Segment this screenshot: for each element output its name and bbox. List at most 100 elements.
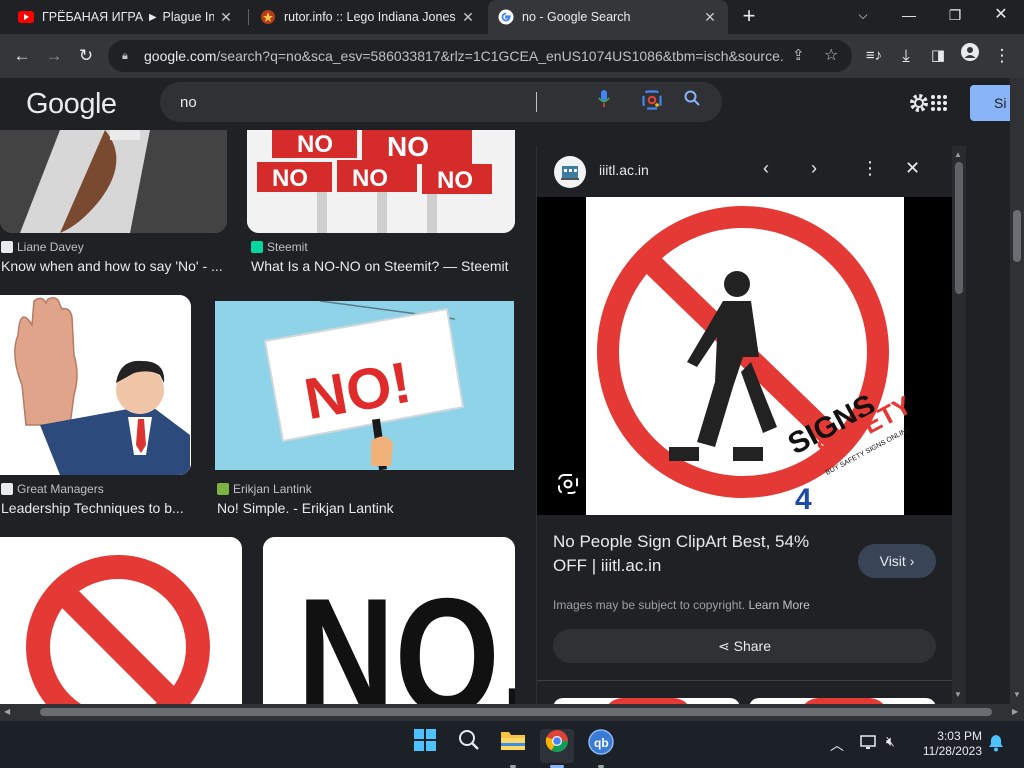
side-panel-icon[interactable]: ◨ <box>924 42 952 70</box>
lens-search-icon[interactable] <box>640 90 664 114</box>
divider <box>537 680 952 681</box>
scroll-right-icon[interactable]: ▶ <box>1012 707 1018 716</box>
windows-start-icon[interactable] <box>408 729 442 763</box>
lens-icon[interactable] <box>557 473 579 495</box>
scroll-up-icon[interactable]: ▲ <box>954 150 962 159</box>
notification-bell-icon[interactable] <box>988 734 1004 752</box>
tab-rutor[interactable]: rutor.info :: Lego Indiana Jones 2 ✕ <box>250 0 486 34</box>
result-thumbnail[interactable]: NO NO NO NO NO <box>247 130 515 233</box>
result-thumbnail[interactable]: NO! <box>215 301 514 470</box>
scrollbar-thumb[interactable] <box>955 162 963 294</box>
close-tab-icon[interactable]: ✕ <box>460 9 476 26</box>
image-preview-panel: iiitl.ac.in ‹ › ⋮ ✕ SIGNS SAFETY BUY SAF… <box>536 146 952 704</box>
browser-menu-icon[interactable]: ⋮ <box>988 42 1016 70</box>
search-results-page: Google Si Liane Davey Know when an <box>0 78 1024 704</box>
download-icon[interactable]: ⤓ <box>892 42 920 70</box>
voice-search-icon[interactable] <box>592 90 616 114</box>
back-icon[interactable]: ← <box>8 42 36 70</box>
tab-separator <box>248 9 249 25</box>
sign-text: NO <box>352 165 388 192</box>
address-bar[interactable]: 🔒︎ google.com/search?q=no&sca_esv=586033… <box>108 40 852 72</box>
site-logo[interactable] <box>554 156 586 188</box>
tab-google-search[interactable]: no - Google Search ✕ <box>488 0 728 34</box>
close-panel-icon[interactable]: ✕ <box>905 158 920 179</box>
text-cursor <box>536 92 538 112</box>
tab-youtube[interactable]: ГРЁБАНАЯ ИГРА ► Plague Inc: Ev ✕ <box>8 0 244 34</box>
horizontal-scrollbar[interactable]: ◀ ▶ <box>0 704 1024 720</box>
show-hidden-icons-chevron-icon[interactable]: ︿ <box>830 735 844 755</box>
media-queue-icon[interactable]: ≡♪ <box>860 42 888 70</box>
scrollbar-thumb[interactable] <box>40 708 992 716</box>
reload-icon[interactable]: ↻ <box>72 42 100 70</box>
youtube-icon <box>18 11 34 23</box>
browser-toolbar: ← → ↻ 🔒︎ google.com/search?q=no&sca_esv=… <box>0 34 1024 78</box>
next-image-icon[interactable]: › <box>811 158 817 179</box>
google-icon <box>498 9 514 25</box>
panel-domain[interactable]: iiitl.ac.in <box>599 162 649 178</box>
network-icon[interactable] <box>860 735 878 751</box>
search-icon[interactable] <box>680 90 704 114</box>
url-text[interactable]: google.com/search?q=no&sca_esv=586033817… <box>144 48 784 64</box>
close-tab-icon[interactable]: ✕ <box>702 9 718 26</box>
profile-icon[interactable] <box>956 42 984 70</box>
google-logo[interactable]: Google <box>26 88 117 121</box>
tab-search-chevron-icon[interactable]: ⌵ <box>840 0 886 30</box>
result-source[interactable]: Erikjan Lantink <box>217 482 312 496</box>
share-button[interactable]: ⋖ Share <box>553 629 936 663</box>
tab-strip: ГРЁБАНАЯ ИГРА ► Plague Inc: Ev ✕ rutor.i… <box>0 0 1024 34</box>
close-tab-icon[interactable]: ✕ <box>218 9 234 26</box>
bookmark-star-icon[interactable]: ☆ <box>824 45 838 65</box>
result-thumbnail[interactable] <box>0 130 227 233</box>
scrollbar-thumb[interactable] <box>1013 210 1021 262</box>
settings-gear-icon[interactable] <box>908 92 930 114</box>
panel-title[interactable]: No People Sign ClipArt Best, 54% OFF | i… <box>553 530 843 578</box>
svg-text:qb: qb <box>594 736 609 750</box>
visit-button[interactable]: Visit › <box>858 544 936 578</box>
sign-text: NO <box>297 131 333 158</box>
lock-icon[interactable]: 🔒︎ <box>122 50 136 63</box>
share-page-icon[interactable]: ⇪ <box>792 46 805 64</box>
system-clock[interactable]: 3:03 PM 11/28/2023 <box>910 729 982 759</box>
scroll-down-icon[interactable]: ▼ <box>1013 690 1021 699</box>
result-title[interactable]: What Is a NO-NO on Steemit? — Steemit <box>251 258 516 274</box>
volume-muted-icon[interactable]: 🔇︎ <box>886 733 895 750</box>
result-title[interactable]: No! Simple. - Erikjan Lantink <box>217 500 515 516</box>
result-source[interactable]: Liane Davey <box>1 240 84 254</box>
sign-text: NO <box>387 131 429 162</box>
copyright-notice: Images may be subject to copyright. Lear… <box>553 598 810 612</box>
previous-image-icon[interactable]: ‹ <box>763 158 769 179</box>
panel-scrollbar[interactable]: ▲ ▼ <box>952 146 966 704</box>
restore-icon[interactable]: ❐ <box>932 0 978 30</box>
preview-image[interactable]: SIGNS SAFETY BUY SAFETY SIGNS ONLINE 4 <box>537 197 952 516</box>
result-title[interactable]: Leadership Techniques to b... <box>1 500 191 516</box>
steemit-favicon-icon <box>251 241 263 253</box>
more-options-icon[interactable]: ⋮ <box>861 158 879 179</box>
minimize-icon[interactable]: — <box>886 0 932 30</box>
file-explorer-icon[interactable] <box>496 729 530 763</box>
chrome-icon[interactable] <box>540 729 574 763</box>
close-window-icon[interactable]: ✕ <box>978 0 1024 30</box>
result-title[interactable]: Know when and how to say 'No' - ... <box>1 258 227 274</box>
scroll-left-icon[interactable]: ◀ <box>4 707 10 716</box>
sign-text: NO <box>437 167 473 194</box>
scroll-down-icon[interactable]: ▼ <box>954 690 962 699</box>
learn-more-link[interactable]: Learn More <box>748 598 809 612</box>
new-tab-icon[interactable]: + <box>738 4 760 28</box>
windows-taskbar: qb ︿ 🔇︎ 3:03 PM 11/28/2023 <box>0 720 1024 768</box>
google-header: Google Si <box>0 78 1024 130</box>
forward-icon[interactable]: → <box>40 42 68 70</box>
page-scrollbar[interactable]: ▼ <box>1010 78 1024 704</box>
qbittorrent-icon[interactable]: qb <box>584 729 618 763</box>
search-box[interactable] <box>160 82 722 122</box>
image-text: NO. <box>297 564 515 704</box>
result-thumbnail-no-text[interactable]: NO. <box>263 537 515 704</box>
rutor-icon <box>261 10 275 24</box>
favicon-icon <box>217 483 229 495</box>
result-thumbnail[interactable] <box>0 295 191 475</box>
apps-grid-icon[interactable] <box>930 94 948 112</box>
result-thumbnail-prohibition-sign[interactable] <box>0 537 242 704</box>
search-icon[interactable] <box>452 729 486 763</box>
result-source[interactable]: Steemit <box>251 240 308 254</box>
search-input[interactable] <box>180 92 520 112</box>
result-source[interactable]: Great Managers <box>1 482 104 496</box>
